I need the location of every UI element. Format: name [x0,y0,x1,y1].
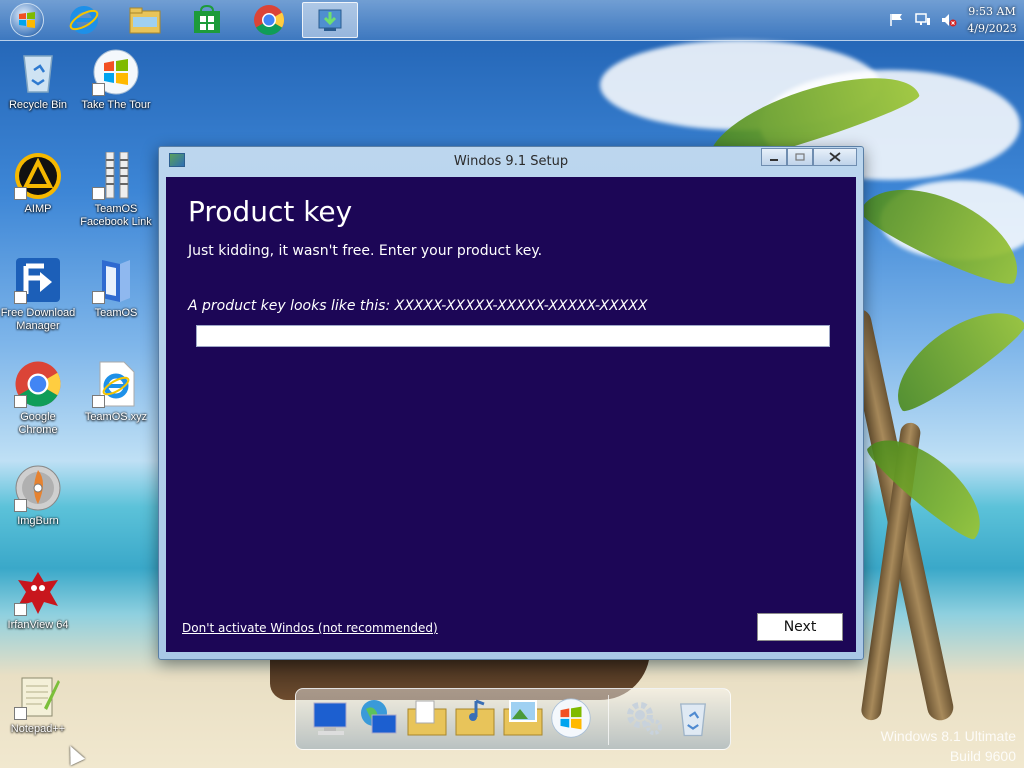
desktop-icon-label: TeamOS Facebook Link [80,203,152,228]
shortcut-arrow-icon [92,83,105,96]
product-key-input[interactable] [196,325,830,347]
pictures-folder-icon [503,700,543,736]
desktop-icon-free-download-manager[interactable]: Free Download Manager [0,256,76,333]
system-tray: 9:53 AM 4/9/2023 [884,0,1024,40]
shortcut-arrow-icon [14,707,27,720]
desktop-icon-label: Recycle Bin [8,99,68,111]
shortcut-arrow-icon [92,187,105,200]
clock[interactable]: 9:53 AM 4/9/2023 [962,3,1022,37]
desktop-icon-label: AIMP [24,203,52,215]
recycle-bin-icon [680,703,706,737]
product-key-hint: A product key looks like this: XXXXX-XXX… [188,298,648,314]
ie-icon [69,6,99,34]
desktop-icon-google-chrome[interactable]: Google Chrome [0,360,76,437]
window-controls [761,148,857,166]
window-title: Windos 9.1 Setup [453,154,569,169]
chrome-icon [254,5,285,36]
desktop-icon-irfanview[interactable]: IrfanView 64 [0,568,76,632]
minimize-icon [770,159,778,161]
shortcut-arrow-icon [14,603,27,616]
desktop-icon-recycle-bin[interactable]: Recycle Bin [0,48,76,112]
volume-muted-icon[interactable] [941,13,957,27]
shortcut-arrow-icon [14,499,27,512]
start-button[interactable] [10,3,44,37]
taskbar-item-store[interactable] [179,2,235,38]
shortcut-arrow-icon [14,187,27,200]
network-icon[interactable] [915,13,931,27]
desktop-icon-take-the-tour[interactable]: Take The Tour [78,48,154,112]
taskbar-item-file-explorer[interactable] [117,2,173,38]
folder-icon [129,7,161,34]
dock-separator [608,695,609,745]
watermark-edition: Windows 8.1 Ultimate [880,728,1016,744]
next-button[interactable]: Next [757,613,843,641]
page-title: Product key [188,195,353,228]
setup-icon [318,9,342,31]
gear-icon [627,702,662,735]
flag-icon[interactable] [889,13,905,27]
computer-icon [313,702,347,735]
desktop-icon-label: Notepad++ [10,723,66,735]
clock-date: 4/9/2023 [967,22,1017,35]
dock-item-recycle-bin[interactable] [672,697,714,739]
dock-item-music[interactable] [454,697,496,739]
desktop-icon-aimp[interactable]: AIMP [0,152,76,216]
clock-time: 9:53 AM [968,5,1016,18]
desktop-icon-imgburn[interactable]: ImgBurn [0,464,76,528]
taskbar-item-windos-setup[interactable] [302,2,358,38]
desktop-icon-label: TeamOS.xyz [84,411,148,423]
shortcut-arrow-icon [14,291,27,304]
desktop-icon-label: Google Chrome [18,411,58,436]
desktop-icon-label: ImgBurn [17,515,59,527]
taskbar: 9:53 AM 4/9/2023 [0,0,1024,41]
desktop-icon-teamos[interactable]: TeamOS [78,256,154,320]
maximize-icon [795,153,805,161]
documents-folder-icon [407,700,447,736]
windows-orb-icon [551,698,591,738]
minimize-button[interactable] [761,148,787,166]
desktop-icon-label: IrfanView 64 [7,619,69,631]
store-icon [194,5,220,33]
page-subtitle: Just kidding, it wasn't free. Enter your… [188,243,543,259]
desktop-icon-label: Free Download Manager [0,307,76,332]
mouse-cursor-icon [62,742,86,766]
shortcut-arrow-icon [14,395,27,408]
taskbar-item-google-chrome[interactable] [241,2,297,38]
close-icon [829,152,841,162]
network-globe-icon [361,700,397,734]
watermark-build: Build 9600 [949,748,1016,764]
setup-content: Product key Just kidding, it wasn't free… [166,177,856,652]
desktop-icon-teamos-xyz[interactable]: TeamOS.xyz [78,360,154,424]
desktop-icon-teamos-facebook-link[interactable]: TeamOS Facebook Link [78,151,154,229]
dock-item-network[interactable] [358,697,400,739]
shortcut-arrow-icon [92,395,105,408]
taskbar-item-internet-explorer[interactable] [56,2,112,38]
dock-item-documents[interactable] [406,697,448,739]
shortcut-arrow-icon [92,291,105,304]
dock-item-pictures[interactable] [502,697,544,739]
dock-item-settings[interactable] [622,697,664,739]
palm-leaf [879,291,1024,419]
desktop-icon-notepad-plus-plus[interactable]: Notepad++ [0,672,76,736]
maximize-button[interactable] [787,148,813,166]
close-button[interactable] [813,148,857,166]
window-titlebar[interactable]: Windos 9.1 Setup [159,147,863,177]
dock [295,688,731,750]
os-watermark: Windows 8.1 Ultimate Build 9600 [881,726,1016,766]
music-folder-icon [455,699,495,736]
dont-activate-link[interactable]: Don't activate Windos (not recommended) [182,621,438,635]
windows-logo-icon [19,12,35,28]
dock-item-computer[interactable] [310,697,352,739]
recycle-bin-icon [23,55,53,93]
desktop-icon-label: Take The Tour [81,99,151,111]
dock-item-windows[interactable] [550,697,592,739]
desktop-icon-label: TeamOS [94,307,138,319]
setup-window: Windos 9.1 Setup Product key Just kiddin… [158,146,864,660]
